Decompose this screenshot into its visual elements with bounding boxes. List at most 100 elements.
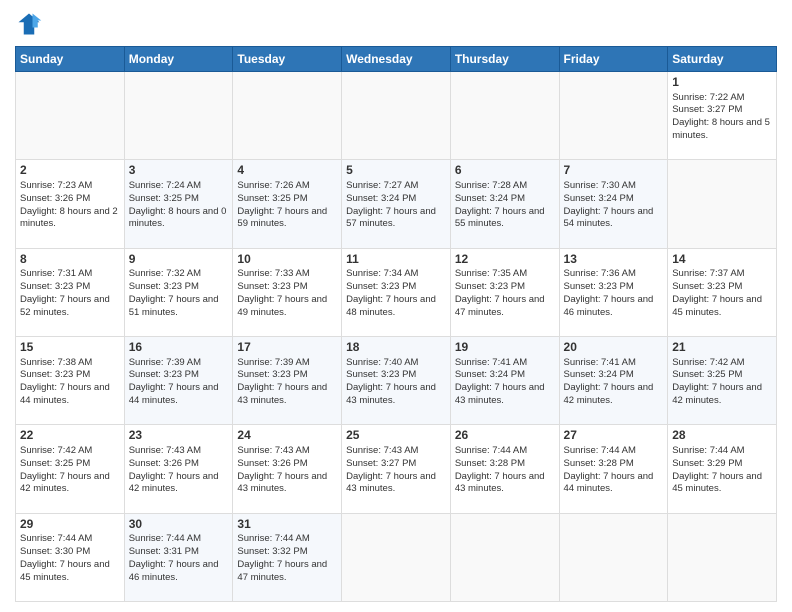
day-number: 31 <box>237 517 337 533</box>
day-number: 27 <box>564 428 664 444</box>
calendar-cell <box>668 160 777 248</box>
col-header-friday: Friday <box>559 47 668 72</box>
calendar-week-4: 22Sunrise: 7:42 AMSunset: 3:25 PMDayligh… <box>16 425 777 513</box>
calendar-cell <box>16 72 125 160</box>
calendar-cell: 23Sunrise: 7:43 AMSunset: 3:26 PMDayligh… <box>124 425 233 513</box>
calendar-cell: 7Sunrise: 7:30 AMSunset: 3:24 PMDaylight… <box>559 160 668 248</box>
day-info: Sunrise: 7:44 AMSunset: 3:28 PMDaylight:… <box>455 445 555 496</box>
day-info: Sunrise: 7:44 AMSunset: 3:32 PMDaylight:… <box>237 533 337 584</box>
calendar-cell: 19Sunrise: 7:41 AMSunset: 3:24 PMDayligh… <box>450 336 559 424</box>
day-info: Sunrise: 7:44 AMSunset: 3:28 PMDaylight:… <box>564 445 664 496</box>
day-info: Sunrise: 7:30 AMSunset: 3:24 PMDaylight:… <box>564 180 664 231</box>
day-number: 21 <box>672 340 772 356</box>
calendar-cell: 29Sunrise: 7:44 AMSunset: 3:30 PMDayligh… <box>16 513 125 601</box>
calendar-cell: 28Sunrise: 7:44 AMSunset: 3:29 PMDayligh… <box>668 425 777 513</box>
calendar-week-5: 29Sunrise: 7:44 AMSunset: 3:30 PMDayligh… <box>16 513 777 601</box>
day-number: 8 <box>20 252 120 268</box>
calendar-cell <box>559 513 668 601</box>
calendar-cell: 10Sunrise: 7:33 AMSunset: 3:23 PMDayligh… <box>233 248 342 336</box>
calendar-cell: 9Sunrise: 7:32 AMSunset: 3:23 PMDaylight… <box>124 248 233 336</box>
day-number: 30 <box>129 517 229 533</box>
calendar-cell: 31Sunrise: 7:44 AMSunset: 3:32 PMDayligh… <box>233 513 342 601</box>
day-info: Sunrise: 7:36 AMSunset: 3:23 PMDaylight:… <box>564 268 664 319</box>
calendar-cell: 8Sunrise: 7:31 AMSunset: 3:23 PMDaylight… <box>16 248 125 336</box>
day-info: Sunrise: 7:39 AMSunset: 3:23 PMDaylight:… <box>129 357 229 408</box>
calendar-week-1: 2Sunrise: 7:23 AMSunset: 3:26 PMDaylight… <box>16 160 777 248</box>
day-number: 15 <box>20 340 120 356</box>
col-header-wednesday: Wednesday <box>342 47 451 72</box>
day-info: Sunrise: 7:28 AMSunset: 3:24 PMDaylight:… <box>455 180 555 231</box>
day-number: 7 <box>564 163 664 179</box>
day-info: Sunrise: 7:23 AMSunset: 3:26 PMDaylight:… <box>20 180 120 231</box>
calendar-week-3: 15Sunrise: 7:38 AMSunset: 3:23 PMDayligh… <box>16 336 777 424</box>
page: SundayMondayTuesdayWednesdayThursdayFrid… <box>0 0 792 612</box>
calendar-cell: 6Sunrise: 7:28 AMSunset: 3:24 PMDaylight… <box>450 160 559 248</box>
day-info: Sunrise: 7:22 AMSunset: 3:27 PMDaylight:… <box>672 92 772 143</box>
calendar-cell: 2Sunrise: 7:23 AMSunset: 3:26 PMDaylight… <box>16 160 125 248</box>
calendar-cell <box>233 72 342 160</box>
calendar-cell: 26Sunrise: 7:44 AMSunset: 3:28 PMDayligh… <box>450 425 559 513</box>
calendar-cell: 13Sunrise: 7:36 AMSunset: 3:23 PMDayligh… <box>559 248 668 336</box>
col-header-thursday: Thursday <box>450 47 559 72</box>
day-number: 23 <box>129 428 229 444</box>
day-info: Sunrise: 7:37 AMSunset: 3:23 PMDaylight:… <box>672 268 772 319</box>
day-number: 26 <box>455 428 555 444</box>
col-header-tuesday: Tuesday <box>233 47 342 72</box>
day-number: 13 <box>564 252 664 268</box>
day-info: Sunrise: 7:31 AMSunset: 3:23 PMDaylight:… <box>20 268 120 319</box>
day-info: Sunrise: 7:35 AMSunset: 3:23 PMDaylight:… <box>455 268 555 319</box>
day-number: 16 <box>129 340 229 356</box>
day-number: 6 <box>455 163 555 179</box>
calendar-cell: 30Sunrise: 7:44 AMSunset: 3:31 PMDayligh… <box>124 513 233 601</box>
calendar-cell <box>450 513 559 601</box>
calendar-cell <box>342 513 451 601</box>
day-info: Sunrise: 7:43 AMSunset: 3:27 PMDaylight:… <box>346 445 446 496</box>
day-number: 4 <box>237 163 337 179</box>
day-number: 14 <box>672 252 772 268</box>
calendar-cell <box>342 72 451 160</box>
calendar-cell: 21Sunrise: 7:42 AMSunset: 3:25 PMDayligh… <box>668 336 777 424</box>
calendar-cell: 25Sunrise: 7:43 AMSunset: 3:27 PMDayligh… <box>342 425 451 513</box>
day-number: 25 <box>346 428 446 444</box>
day-info: Sunrise: 7:38 AMSunset: 3:23 PMDaylight:… <box>20 357 120 408</box>
calendar-cell <box>450 72 559 160</box>
day-info: Sunrise: 7:32 AMSunset: 3:23 PMDaylight:… <box>129 268 229 319</box>
calendar-cell: 3Sunrise: 7:24 AMSunset: 3:25 PMDaylight… <box>124 160 233 248</box>
day-number: 1 <box>672 75 772 91</box>
day-number: 3 <box>129 163 229 179</box>
day-info: Sunrise: 7:43 AMSunset: 3:26 PMDaylight:… <box>129 445 229 496</box>
day-number: 17 <box>237 340 337 356</box>
calendar-week-0: 1Sunrise: 7:22 AMSunset: 3:27 PMDaylight… <box>16 72 777 160</box>
day-number: 28 <box>672 428 772 444</box>
col-header-sunday: Sunday <box>16 47 125 72</box>
calendar-cell: 1Sunrise: 7:22 AMSunset: 3:27 PMDaylight… <box>668 72 777 160</box>
day-info: Sunrise: 7:44 AMSunset: 3:31 PMDaylight:… <box>129 533 229 584</box>
day-info: Sunrise: 7:41 AMSunset: 3:24 PMDaylight:… <box>455 357 555 408</box>
day-info: Sunrise: 7:39 AMSunset: 3:23 PMDaylight:… <box>237 357 337 408</box>
calendar-cell: 18Sunrise: 7:40 AMSunset: 3:23 PMDayligh… <box>342 336 451 424</box>
day-info: Sunrise: 7:44 AMSunset: 3:29 PMDaylight:… <box>672 445 772 496</box>
logo-icon <box>15 10 43 38</box>
day-number: 24 <box>237 428 337 444</box>
logo <box>15 10 47 38</box>
day-number: 18 <box>346 340 446 356</box>
day-number: 20 <box>564 340 664 356</box>
day-info: Sunrise: 7:24 AMSunset: 3:25 PMDaylight:… <box>129 180 229 231</box>
day-info: Sunrise: 7:33 AMSunset: 3:23 PMDaylight:… <box>237 268 337 319</box>
calendar-cell <box>668 513 777 601</box>
calendar-cell: 17Sunrise: 7:39 AMSunset: 3:23 PMDayligh… <box>233 336 342 424</box>
day-number: 12 <box>455 252 555 268</box>
calendar-cell: 5Sunrise: 7:27 AMSunset: 3:24 PMDaylight… <box>342 160 451 248</box>
header <box>15 10 777 38</box>
day-number: 2 <box>20 163 120 179</box>
day-info: Sunrise: 7:34 AMSunset: 3:23 PMDaylight:… <box>346 268 446 319</box>
calendar-cell: 20Sunrise: 7:41 AMSunset: 3:24 PMDayligh… <box>559 336 668 424</box>
calendar-cell <box>124 72 233 160</box>
calendar-cell: 11Sunrise: 7:34 AMSunset: 3:23 PMDayligh… <box>342 248 451 336</box>
day-info: Sunrise: 7:40 AMSunset: 3:23 PMDaylight:… <box>346 357 446 408</box>
calendar-cell: 24Sunrise: 7:43 AMSunset: 3:26 PMDayligh… <box>233 425 342 513</box>
calendar-cell: 27Sunrise: 7:44 AMSunset: 3:28 PMDayligh… <box>559 425 668 513</box>
day-info: Sunrise: 7:42 AMSunset: 3:25 PMDaylight:… <box>20 445 120 496</box>
calendar-cell <box>559 72 668 160</box>
day-info: Sunrise: 7:27 AMSunset: 3:24 PMDaylight:… <box>346 180 446 231</box>
